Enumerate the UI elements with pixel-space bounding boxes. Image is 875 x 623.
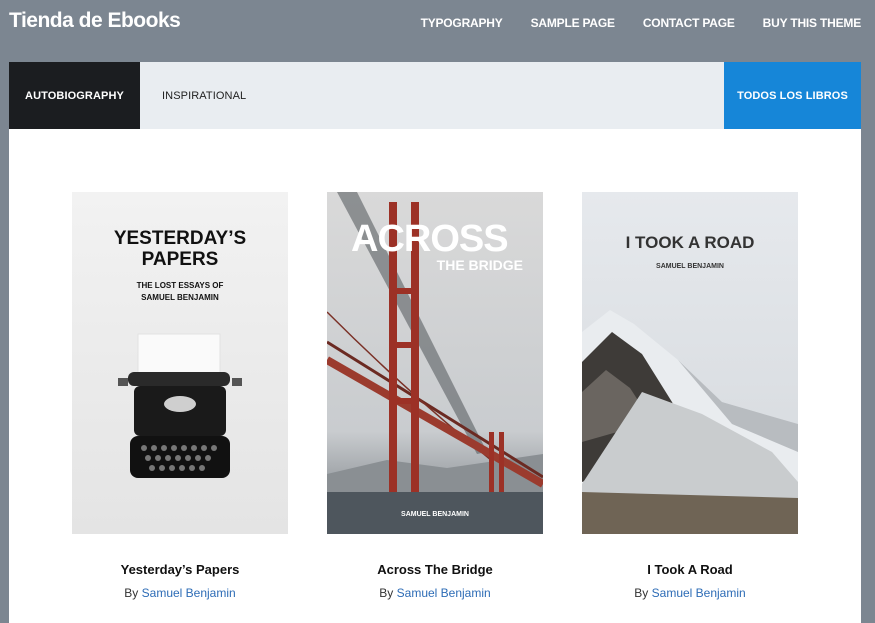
book-cover[interactable]: I TOOK A ROAD SAMUEL BENJAMIN bbox=[582, 192, 798, 534]
author-link[interactable]: Samuel Benjamin bbox=[142, 586, 236, 600]
tab-inspirational[interactable]: INSPIRATIONAL bbox=[162, 62, 246, 129]
book-card: YESTERDAY’S PAPERS THE LOST ESSAYS OF SA… bbox=[72, 192, 288, 600]
nav-item-typography[interactable]: TYPOGRAPHY bbox=[421, 16, 503, 30]
nav-item-contact-page[interactable]: CONTACT PAGE bbox=[643, 16, 735, 30]
book-byline: By Samuel Benjamin bbox=[72, 586, 288, 600]
book-title[interactable]: I Took A Road bbox=[582, 562, 798, 577]
cover-title-line: YESTERDAY’S bbox=[113, 228, 247, 249]
book-byline: By Samuel Benjamin bbox=[582, 586, 798, 600]
main-nav: TYPOGRAPHY SAMPLE PAGE CONTACT PAGE BUY … bbox=[421, 16, 862, 30]
cover-title: YESTERDAY’S PAPERS bbox=[72, 228, 288, 270]
cover-author: SAMUEL BENJAMIN bbox=[656, 263, 724, 270]
category-tabbar: AUTOBIOGRAPHY INSPIRATIONAL TODOS LOS LI… bbox=[9, 62, 861, 129]
content-panel: AUTOBIOGRAPHY INSPIRATIONAL TODOS LOS LI… bbox=[9, 62, 861, 623]
cover-subtitle-line: SAMUEL BENJAMIN bbox=[141, 293, 219, 302]
book-cover[interactable]: ACROSS THE BRIDGE SAMUEL BENJAMIN bbox=[327, 192, 543, 534]
cover-title-line: PAPERS bbox=[141, 249, 219, 270]
book-cover[interactable]: YESTERDAY’S PAPERS THE LOST ESSAYS OF SA… bbox=[72, 192, 288, 534]
tab-all-books[interactable]: TODOS LOS LIBROS bbox=[724, 62, 861, 129]
book-card: ACROSS THE BRIDGE SAMUEL BENJAMIN Across… bbox=[327, 192, 543, 600]
nav-item-sample-page[interactable]: SAMPLE PAGE bbox=[531, 16, 615, 30]
by-label: By bbox=[124, 586, 139, 600]
cover-title: I TOOK A ROAD bbox=[625, 233, 755, 252]
tab-autobiography[interactable]: AUTOBIOGRAPHY bbox=[9, 62, 140, 129]
cover-subtitle: THE LOST ESSAYS OF SAMUEL BENJAMIN bbox=[72, 280, 288, 304]
nav-item-buy-this-theme[interactable]: BUY THIS THEME bbox=[763, 16, 862, 30]
cover-subtitle: THE BRIDGE bbox=[436, 257, 523, 273]
by-label: By bbox=[634, 586, 649, 600]
book-byline: By Samuel Benjamin bbox=[327, 586, 543, 600]
cover-title: ACROSS bbox=[351, 218, 509, 260]
cover-author: SAMUEL BENJAMIN bbox=[401, 511, 469, 518]
site-title[interactable]: Tienda de Ebooks bbox=[9, 9, 181, 33]
cover-subtitle-line: THE LOST ESSAYS OF bbox=[136, 281, 224, 290]
site-header: Tienda de Ebooks TYPOGRAPHY SAMPLE PAGE … bbox=[0, 0, 875, 62]
book-title[interactable]: Yesterday’s Papers bbox=[72, 562, 288, 577]
by-label: By bbox=[379, 586, 394, 600]
author-link[interactable]: Samuel Benjamin bbox=[397, 586, 491, 600]
book-card: I TOOK A ROAD SAMUEL BENJAMIN I Took A R… bbox=[582, 192, 798, 600]
author-link[interactable]: Samuel Benjamin bbox=[652, 586, 746, 600]
book-title[interactable]: Across The Bridge bbox=[327, 562, 543, 577]
